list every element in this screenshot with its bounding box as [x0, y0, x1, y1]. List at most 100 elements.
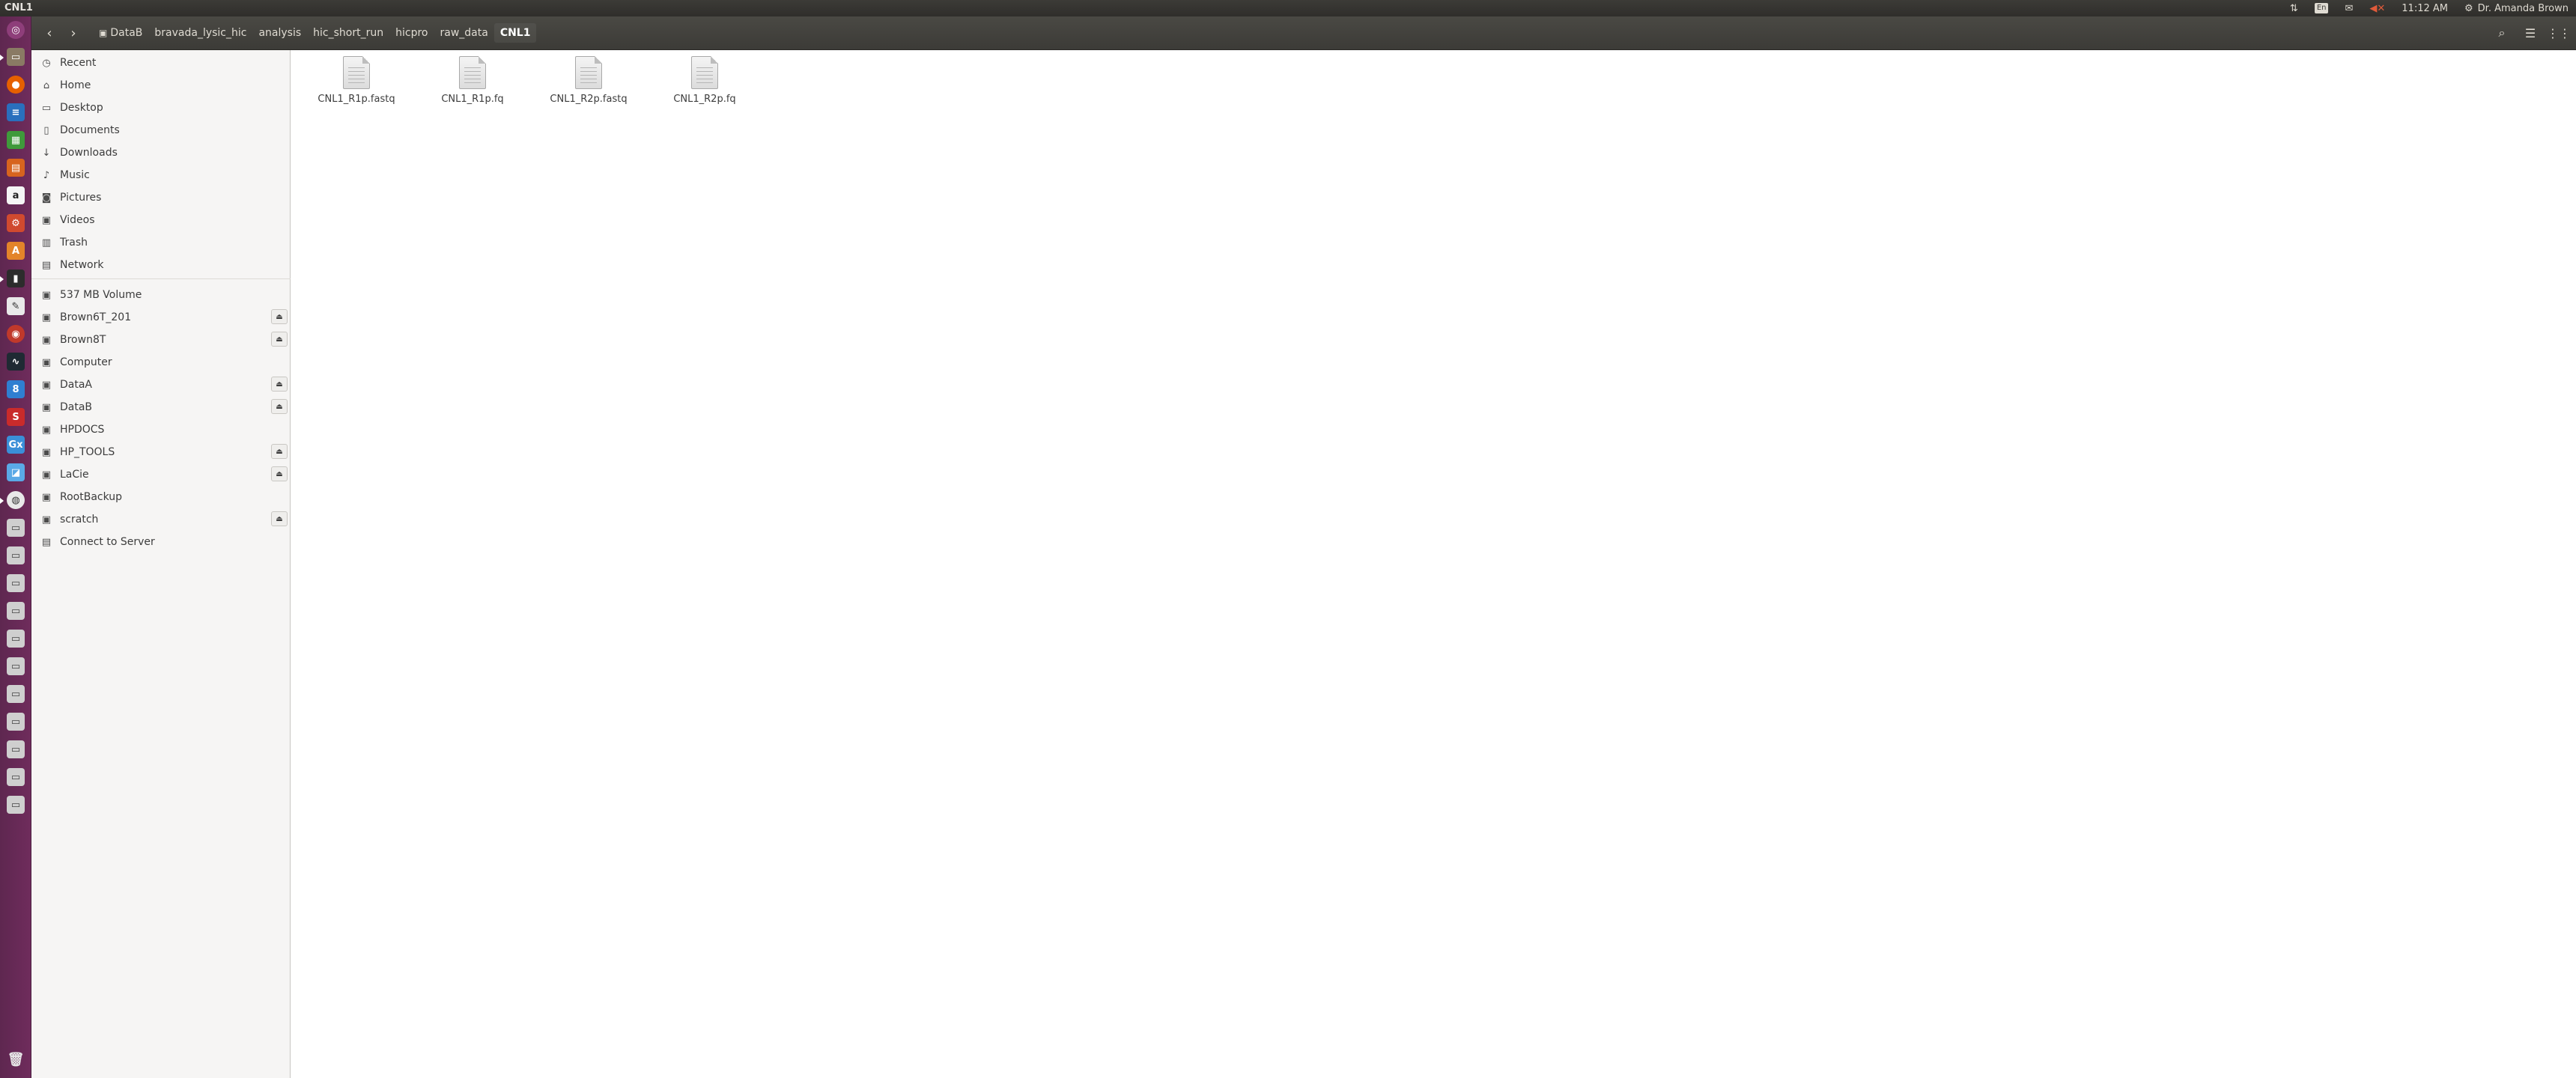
- drive-icon[interactable]: ▭: [7, 630, 25, 648]
- sidebar-item-537-mb-volume[interactable]: ▣ 537 MB Volume: [31, 284, 291, 305]
- dash-icon[interactable]: ◎: [7, 21, 25, 39]
- sidebar-item-dataa[interactable]: ▣ DataA ⏏: [31, 374, 291, 395]
- app-red-icon[interactable]: S: [7, 408, 25, 426]
- clock[interactable]: 11:12 AM: [2402, 3, 2448, 14]
- calc-icon[interactable]: ▦: [7, 131, 25, 149]
- sidebar-item-downloads[interactable]: ↓ Downloads: [31, 142, 291, 163]
- disc-icon[interactable]: ◉: [7, 325, 25, 343]
- terminal-icon[interactable]: ▮: [0, 270, 25, 287]
- breadcrumb-datab[interactable]: ▣ DataB: [93, 23, 148, 43]
- grid-view-button[interactable]: ⋮⋮: [2547, 23, 2571, 43]
- breadcrumb-hic-short-run[interactable]: hic_short_run: [307, 23, 389, 43]
- app-blue-icon[interactable]: 8: [7, 380, 25, 398]
- network-arrows-icon[interactable]: ⇅: [2290, 3, 2298, 14]
- updater-icon[interactable]: ◍: [0, 491, 25, 509]
- drive-icon: ▣: [41, 401, 52, 413]
- sidebar-item-brown6t-201[interactable]: ▣ Brown6T_201 ⏏: [31, 307, 291, 328]
- video-icon: ▣: [41, 214, 52, 226]
- impress-icon[interactable]: ▤: [7, 159, 25, 177]
- folder-icon: ▭: [41, 102, 52, 114]
- search-button[interactable]: ⌕: [2491, 23, 2513, 43]
- drive-icon[interactable]: ▭: [7, 602, 25, 620]
- sidebar-item-brown8t[interactable]: ▣ Brown8T ⏏: [31, 329, 291, 350]
- amazon-icon[interactable]: a: [7, 186, 25, 204]
- sidebar-item-documents[interactable]: ▯ Documents: [31, 120, 291, 141]
- sidebar-item-pictures[interactable]: ◙ Pictures: [31, 187, 291, 208]
- sidebar-item-videos[interactable]: ▣ Videos: [31, 210, 291, 231]
- clock-icon: ◷: [42, 57, 51, 69]
- eject-icon[interactable]: ⏏: [271, 309, 288, 324]
- breadcrumb-bravada-lysic-hic[interactable]: bravada_lysic_hic: [148, 23, 252, 43]
- eject-icon[interactable]: ⏏: [271, 377, 288, 392]
- sidebar-item-hpdocs[interactable]: ▣ HPDOCS: [31, 419, 291, 440]
- sidebar-item-trash[interactable]: ▥ Trash: [31, 232, 291, 253]
- file-name: CNL1_R2p.fq: [673, 94, 736, 105]
- indicator-area: ⇅ En ✉ ◀✕ 11:12 AM ⚙ Dr. Amanda Brown: [2290, 0, 2569, 16]
- writer-icon[interactable]: ≡: [7, 103, 25, 121]
- sidebar-item-datab[interactable]: ▣ DataB ⏏: [31, 397, 291, 418]
- sidebar-item-connect-to-server[interactable]: ▤ Connect to Server: [31, 532, 291, 552]
- mail-icon[interactable]: ✉: [2345, 3, 2353, 14]
- sidebar-item-computer[interactable]: ▣ Computer: [31, 352, 291, 373]
- sidebar-item-lacie[interactable]: ▣ LaCie ⏏: [31, 464, 291, 485]
- firefox-icon[interactable]: ●: [7, 76, 25, 94]
- text-file-icon: [459, 56, 486, 89]
- eject-icon[interactable]: ⏏: [271, 511, 288, 526]
- gx-icon[interactable]: Gx: [7, 436, 25, 454]
- sidebar-item-rootbackup[interactable]: ▣ RootBackup: [31, 487, 291, 508]
- system-monitor-icon[interactable]: ∿: [7, 353, 25, 371]
- volume-muted-icon[interactable]: ◀✕: [2369, 3, 2385, 14]
- launcher: ◎ ▭ ● ≡ ▦ ▤ a ⚙ A ▮ ✎ ◉ ∿ 8 S Gx ◪ ◍ ▭ ▭…: [0, 16, 31, 1078]
- eject-icon[interactable]: ⏏: [271, 399, 288, 414]
- trash-icon: ▥: [41, 237, 52, 249]
- breadcrumb: ▣ DataB bravada_lysic_hic analysis hic_sh…: [93, 23, 537, 43]
- list-view-button[interactable]: ☰: [2519, 23, 2542, 43]
- sidebar-item-home[interactable]: ⌂ Home: [31, 75, 291, 96]
- software-center-icon[interactable]: A: [7, 242, 25, 260]
- trash-icon[interactable]: 🗑: [7, 1050, 25, 1068]
- document-icon: ▯: [43, 124, 49, 136]
- drive-icon[interactable]: ▭: [7, 740, 25, 758]
- network-icon: ▤: [41, 259, 52, 271]
- file-item[interactable]: CNL1_R1p.fastq: [304, 56, 409, 113]
- breadcrumb-cnl1[interactable]: CNL1: [493, 23, 537, 43]
- settings-icon[interactable]: ⚙: [7, 214, 25, 232]
- eject-icon[interactable]: ⏏: [271, 466, 288, 481]
- file-item[interactable]: CNL1_R2p.fastq: [536, 56, 641, 113]
- eject-icon[interactable]: ⏏: [271, 444, 288, 459]
- drive-icon[interactable]: ▭: [7, 796, 25, 814]
- home-icon: ⌂: [43, 79, 50, 91]
- back-button[interactable]: ‹: [39, 23, 60, 43]
- forward-button[interactable]: ›: [63, 23, 84, 43]
- screenshot-icon[interactable]: ◪: [7, 463, 25, 481]
- file-item[interactable]: CNL1_R2p.fq: [652, 56, 757, 113]
- sidebar-item-scratch[interactable]: ▣ scratch ⏏: [31, 509, 291, 530]
- drive-icon[interactable]: ▭: [7, 546, 25, 564]
- drive-icon[interactable]: ▭: [7, 685, 25, 703]
- files-icon[interactable]: ▭: [0, 48, 25, 66]
- keyboard-indicator[interactable]: En: [2314, 3, 2329, 13]
- sidebar-item-music[interactable]: ♪ Music: [31, 165, 291, 186]
- download-icon: ↓: [42, 147, 51, 159]
- breadcrumb-hicpro[interactable]: hicpro: [389, 23, 434, 43]
- sidebar: ◷ Recent ⌂ Home ▭ Desktop ▯ Documents ↓ Downl…: [31, 50, 291, 1078]
- window-title: CNL1: [4, 2, 33, 13]
- drive-icon[interactable]: ▭: [7, 713, 25, 731]
- session-menu[interactable]: ⚙ Dr. Amanda Brown: [2464, 3, 2569, 14]
- sidebar-item-network[interactable]: ▤ Network: [31, 255, 291, 275]
- sidebar-divider: [31, 278, 291, 279]
- text-file-icon: [575, 56, 602, 89]
- sidebar-item-recent[interactable]: ◷ Recent: [31, 52, 291, 73]
- drive-icon: ▣: [41, 379, 52, 391]
- sidebar-item-hp-tools[interactable]: ▣ HP_TOOLS ⏏: [31, 442, 291, 463]
- sidebar-item-desktop[interactable]: ▭ Desktop: [31, 97, 291, 118]
- drive-icon[interactable]: ▭: [7, 519, 25, 537]
- text-editor-icon[interactable]: ✎: [7, 297, 25, 315]
- drive-icon[interactable]: ▭: [7, 768, 25, 786]
- drive-icon[interactable]: ▭: [7, 657, 25, 675]
- file-item[interactable]: CNL1_R1p.fq: [420, 56, 525, 113]
- breadcrumb-analysis[interactable]: analysis: [252, 23, 307, 43]
- eject-icon[interactable]: ⏏: [271, 332, 288, 347]
- drive-icon[interactable]: ▭: [7, 574, 25, 592]
- breadcrumb-raw-data[interactable]: raw_data: [434, 23, 493, 43]
